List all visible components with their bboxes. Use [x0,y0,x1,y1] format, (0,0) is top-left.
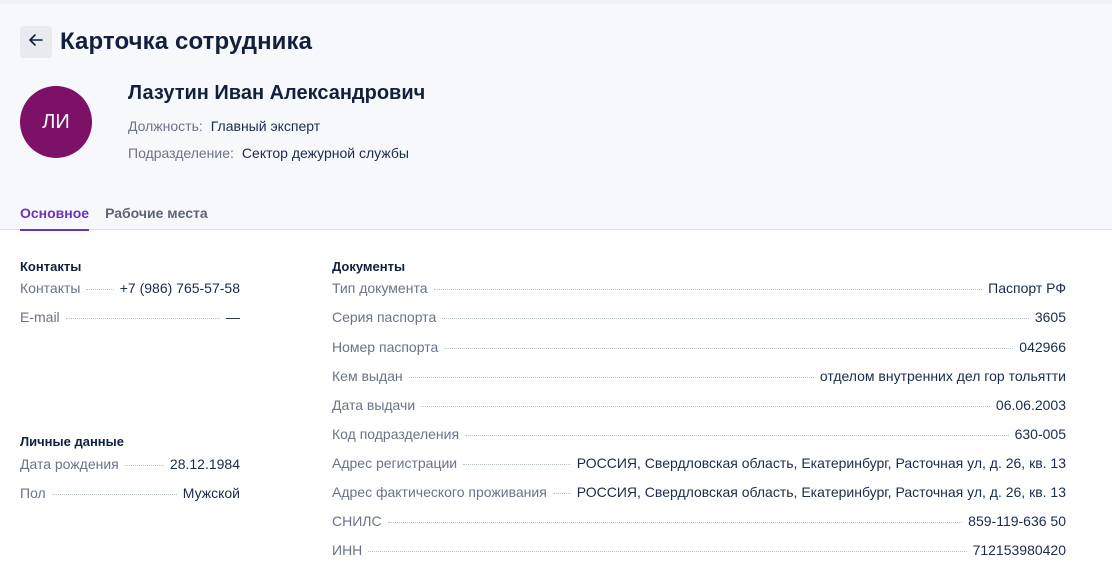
dotted-leader [421,406,990,407]
field-value: 859-119-636 50 [968,513,1066,529]
contact-email-row: E-mail — [20,309,240,327]
department-code-row: Код подразделения 630-005 [332,426,1066,444]
field-label: Кем выдан [332,368,403,384]
field-value: 712153980420 [972,542,1066,558]
dotted-leader [463,464,571,465]
dotted-leader [65,318,220,319]
field-value: Мужской [182,485,240,501]
employee-name: Лазутин Иван Александрович [128,82,426,104]
field-label: Серия паспорта [332,309,437,325]
field-label: ИНН [332,542,363,558]
field-label: Тип документа [332,280,428,296]
contact-phone-row: Контакты +7 (986) 765-57-58 [20,280,240,298]
inn-row: ИНН 712153980420 [332,542,1066,560]
dotted-leader [408,377,814,378]
back-button[interactable] [20,26,52,58]
page-title: Карточка сотрудника [60,28,313,55]
documents-title: Документы [332,259,406,274]
header-area: Карточка сотрудника ЛИ Лазутин Иван Алек… [0,4,1112,231]
employee-card-page: Карточка сотрудника ЛИ Лазутин Иван Алек… [0,0,1112,585]
dotted-leader [465,435,1009,436]
field-value: отделом внутренних дел гор тольятти [819,368,1066,384]
gender-row: Пол Мужской [20,485,240,503]
doc-type-row: Тип документа Паспорт РФ [332,280,1066,298]
department-value: Сектор дежурной службы [241,145,409,161]
snils-row: СНИЛС 859-119-636 50 [332,513,1066,531]
passport-number-row: Номер паспорта 042966 [332,339,1066,357]
issue-date-row: Дата выдачи 06.06.2003 [332,397,1066,415]
field-value: 06.06.2003 [995,397,1066,413]
dotted-leader [86,289,114,290]
field-label: Пол [20,485,46,501]
field-label: Адрес фактического проживания [332,484,547,500]
dotted-leader [368,551,967,552]
dotted-leader [442,318,1029,319]
field-label: Код подразделения [332,426,460,442]
department-row: Подразделение: Сектор дежурной службы [128,145,409,161]
field-value: — [226,309,240,325]
field-value: 28.12.1984 [169,456,240,472]
field-label: Контакты [20,280,81,296]
field-label: СНИЛС [332,513,382,529]
tab-workplaces[interactable]: Рабочие места [105,205,208,231]
position-label: Должность: [128,118,203,134]
arrow-left-icon [29,33,43,51]
field-label: Адрес регистрации [332,455,458,471]
field-label: Дата выдачи [332,397,416,413]
personal-title: Личные данные [20,434,124,449]
dotted-leader [552,493,571,494]
dotted-leader [433,289,983,290]
field-label: Номер паспорта [332,339,439,355]
field-value: РОССИЯ, Свердловская область, Екатеринбу… [576,484,1066,500]
field-value: 630-005 [1014,426,1066,442]
actual-address-row: Адрес фактического проживания РОССИЯ, Св… [332,484,1066,502]
avatar: ЛИ [20,86,92,158]
registration-address-row: Адрес регистрации РОССИЯ, Свердловская о… [332,455,1066,473]
field-label: Дата рождения [20,456,119,472]
dotted-leader [444,348,1014,349]
dotted-leader [51,494,177,495]
position-value: Главный эксперт [210,118,321,134]
tab-main[interactable]: Основное [20,205,90,231]
field-value: РОССИЯ, Свердловская область, Екатеринбу… [576,455,1066,471]
field-value: +7 (986) 765-57-58 [119,280,240,296]
field-value: Паспорт РФ [988,280,1066,296]
position-row: Должность: Главный эксперт [128,118,320,134]
avatar-initials: ЛИ [42,110,70,133]
field-value: 042966 [1019,339,1066,355]
dotted-leader [387,522,963,523]
dotted-leader [124,465,164,466]
contacts-title: Контакты [20,259,82,274]
field-label: E-mail [20,309,60,325]
department-label: Подразделение: [128,145,234,161]
birth-date-row: Дата рождения 28.12.1984 [20,456,240,474]
passport-series-row: Серия паспорта 3605 [332,309,1066,327]
tabs-bar: Основное Рабочие места [20,205,208,231]
field-value: 3605 [1034,309,1066,325]
issued-by-row: Кем выдан отделом внутренних дел гор тол… [332,368,1066,386]
